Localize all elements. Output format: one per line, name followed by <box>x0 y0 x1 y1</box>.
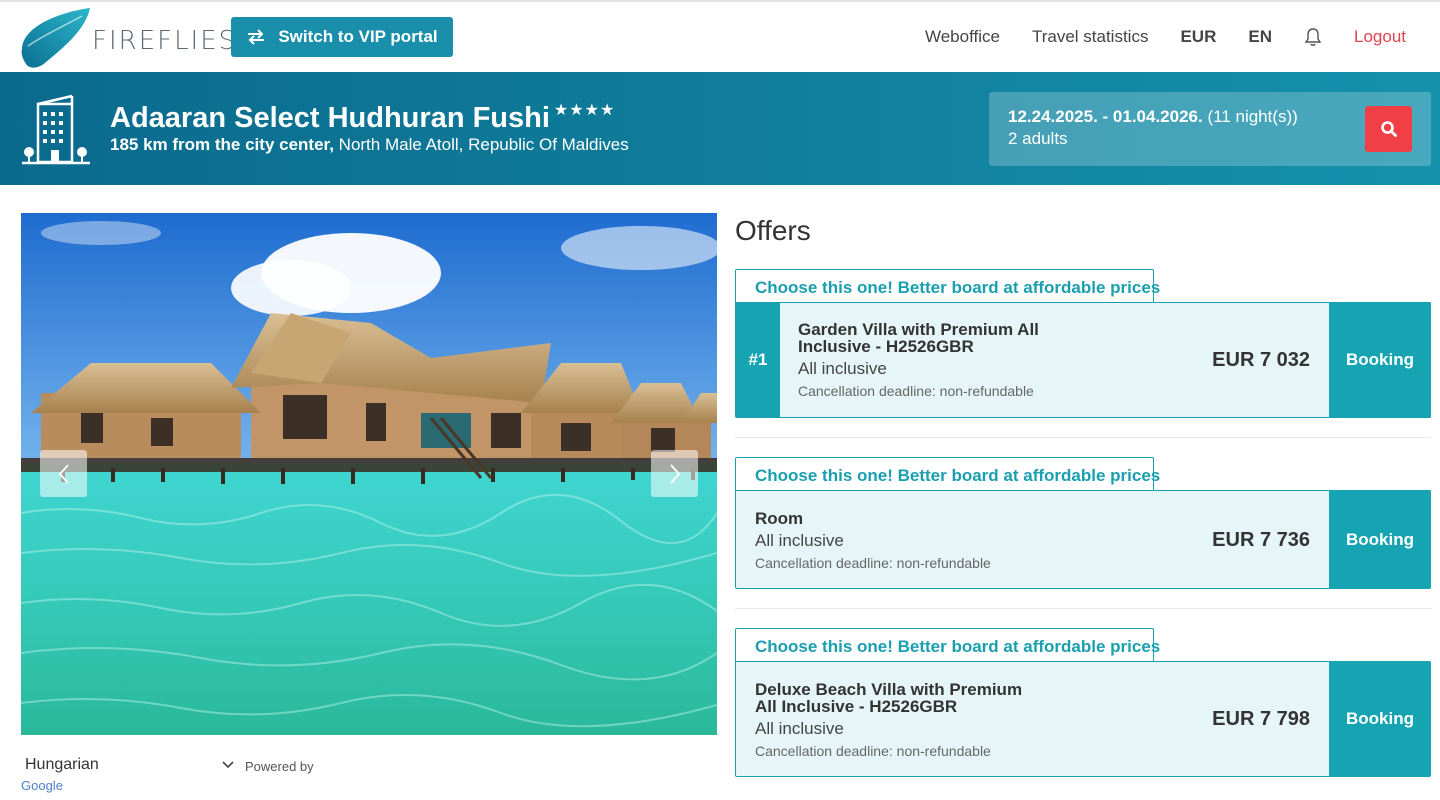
brand-logo[interactable]: FIREFLIES <box>20 6 235 70</box>
currency-selector[interactable]: EUR <box>1180 27 1216 47</box>
hotel-region: North Male Atoll, Republic Of Maldives <box>333 135 629 154</box>
search-nights: (11 night(s)) <box>1202 107 1298 126</box>
hotel-distance: 185 km from the city center, <box>110 135 334 154</box>
gallery-prev-button[interactable] <box>40 450 87 497</box>
offer-price: EUR 7 736 <box>1212 529 1310 551</box>
language-selector[interactable]: EN <box>1248 27 1272 47</box>
offer-board-type: All inclusive <box>755 531 844 550</box>
search-summary[interactable]: 12.24.2025. - 01.04.2026. (11 night(s)) … <box>989 92 1431 166</box>
offer-room-name: Room <box>755 509 804 528</box>
top-nav: Weboffice Travel statistics EUR EN Logou… <box>893 24 1406 50</box>
offer-room-name: Deluxe Beach Villa with Premium All Incl… <box>755 681 1025 715</box>
offer-recommendation-tag: Choose this one! Better board at afforda… <box>735 269 1160 303</box>
offer-card: Deluxe Beach Villa with Premium All Incl… <box>735 661 1431 777</box>
offer-price: EUR 7 032 <box>1212 349 1310 371</box>
logout-link[interactable]: Logout <box>1354 27 1406 47</box>
offer-board-type: All inclusive <box>798 359 887 378</box>
offers-heading: Offers <box>735 215 811 246</box>
logo-mark-icon <box>21 8 90 68</box>
offer-board-type: All inclusive <box>755 719 844 738</box>
google-translate-widget: Hungarian Powered by Google <box>21 752 321 800</box>
powered-by-label: Powered by <box>245 759 314 774</box>
search-icon <box>1380 121 1397 137</box>
offer-room-name-line1: Deluxe Beach Villa with Premium <box>755 680 1023 699</box>
gallery-next-button[interactable] <box>651 450 698 497</box>
search-dates: 12.24.2025. - 01.04.2026. (11 night(s)) <box>1008 107 1298 127</box>
booking-button[interactable]: Booking <box>1329 302 1431 418</box>
hotel-photo-gallery <box>21 213 717 735</box>
brand-name: FIREFLIES <box>92 26 238 56</box>
hotel-header-band: Adaaran Select Hudhuran Fushi ★★★★ 185 km… <box>0 72 1440 185</box>
offer-cancellation: Cancellation deadline: non-refundable <box>755 555 991 571</box>
top-navbar: FIREFLIES Switch to VIP portal Weboffice… <box>0 0 1440 72</box>
nav-weboffice[interactable]: Weboffice <box>925 27 1000 47</box>
offer-price: EUR 7 798 <box>1212 708 1310 730</box>
swap-icon <box>248 29 265 45</box>
hotel-building-icon <box>22 94 90 165</box>
booking-button[interactable]: Booking <box>1329 490 1431 589</box>
offer-rank-badge: #1 <box>736 303 780 417</box>
booking-button[interactable]: Booking <box>1329 661 1431 777</box>
chevron-left-icon <box>58 463 69 484</box>
offer-divider <box>735 608 1431 609</box>
hotel-location: 185 km from the city center, North Male … <box>110 135 629 155</box>
hotel-star-rating: ★★★★ <box>553 102 616 119</box>
offer-recommendation-tag: Choose this one! Better board at afforda… <box>735 628 1160 662</box>
offer-room-name-line2: Inclusive - H2526GBR <box>798 337 974 356</box>
offer-cancellation: Cancellation deadline: non-refundable <box>755 743 991 759</box>
offer-divider <box>735 437 1431 438</box>
search-date-range: 12.24.2025. - 01.04.2026. <box>1008 107 1203 126</box>
search-guests: 2 adults <box>1008 129 1068 148</box>
hotel-name: Adaaran Select Hudhuran Fushi ★★★★ <box>110 100 615 135</box>
offer-room-name-line1: Garden Villa with Premium All <box>798 320 1039 339</box>
offer-card: Room All inclusive Cancellation deadline… <box>735 490 1431 589</box>
chevron-right-icon <box>669 463 680 484</box>
search-button[interactable] <box>1365 106 1412 152</box>
bell-icon[interactable] <box>1304 27 1322 47</box>
google-logo-text[interactable]: Google <box>21 778 63 793</box>
offer-cancellation: Cancellation deadline: non-refundable <box>798 383 1034 399</box>
offer-recommendation-tag: Choose this one! Better board at afforda… <box>735 457 1160 491</box>
switch-vip-portal-button[interactable]: Switch to VIP portal <box>231 17 453 57</box>
hotel-photo <box>21 213 717 735</box>
offer-room-name-line2: All Inclusive - H2526GBR <box>755 697 958 716</box>
nav-travel-statistics[interactable]: Travel statistics <box>1032 27 1149 47</box>
chevron-down-icon[interactable] <box>221 758 235 772</box>
vip-button-label: Switch to VIP portal <box>278 27 438 46</box>
hotel-name-text: Adaaran Select Hudhuran Fushi <box>110 102 550 134</box>
offer-room-name: Garden Villa with Premium All Inclusive … <box>798 321 1068 355</box>
offer-card: #1 Garden Villa with Premium All Inclusi… <box>735 302 1431 418</box>
translate-language-select[interactable]: Hungarian <box>25 756 99 774</box>
